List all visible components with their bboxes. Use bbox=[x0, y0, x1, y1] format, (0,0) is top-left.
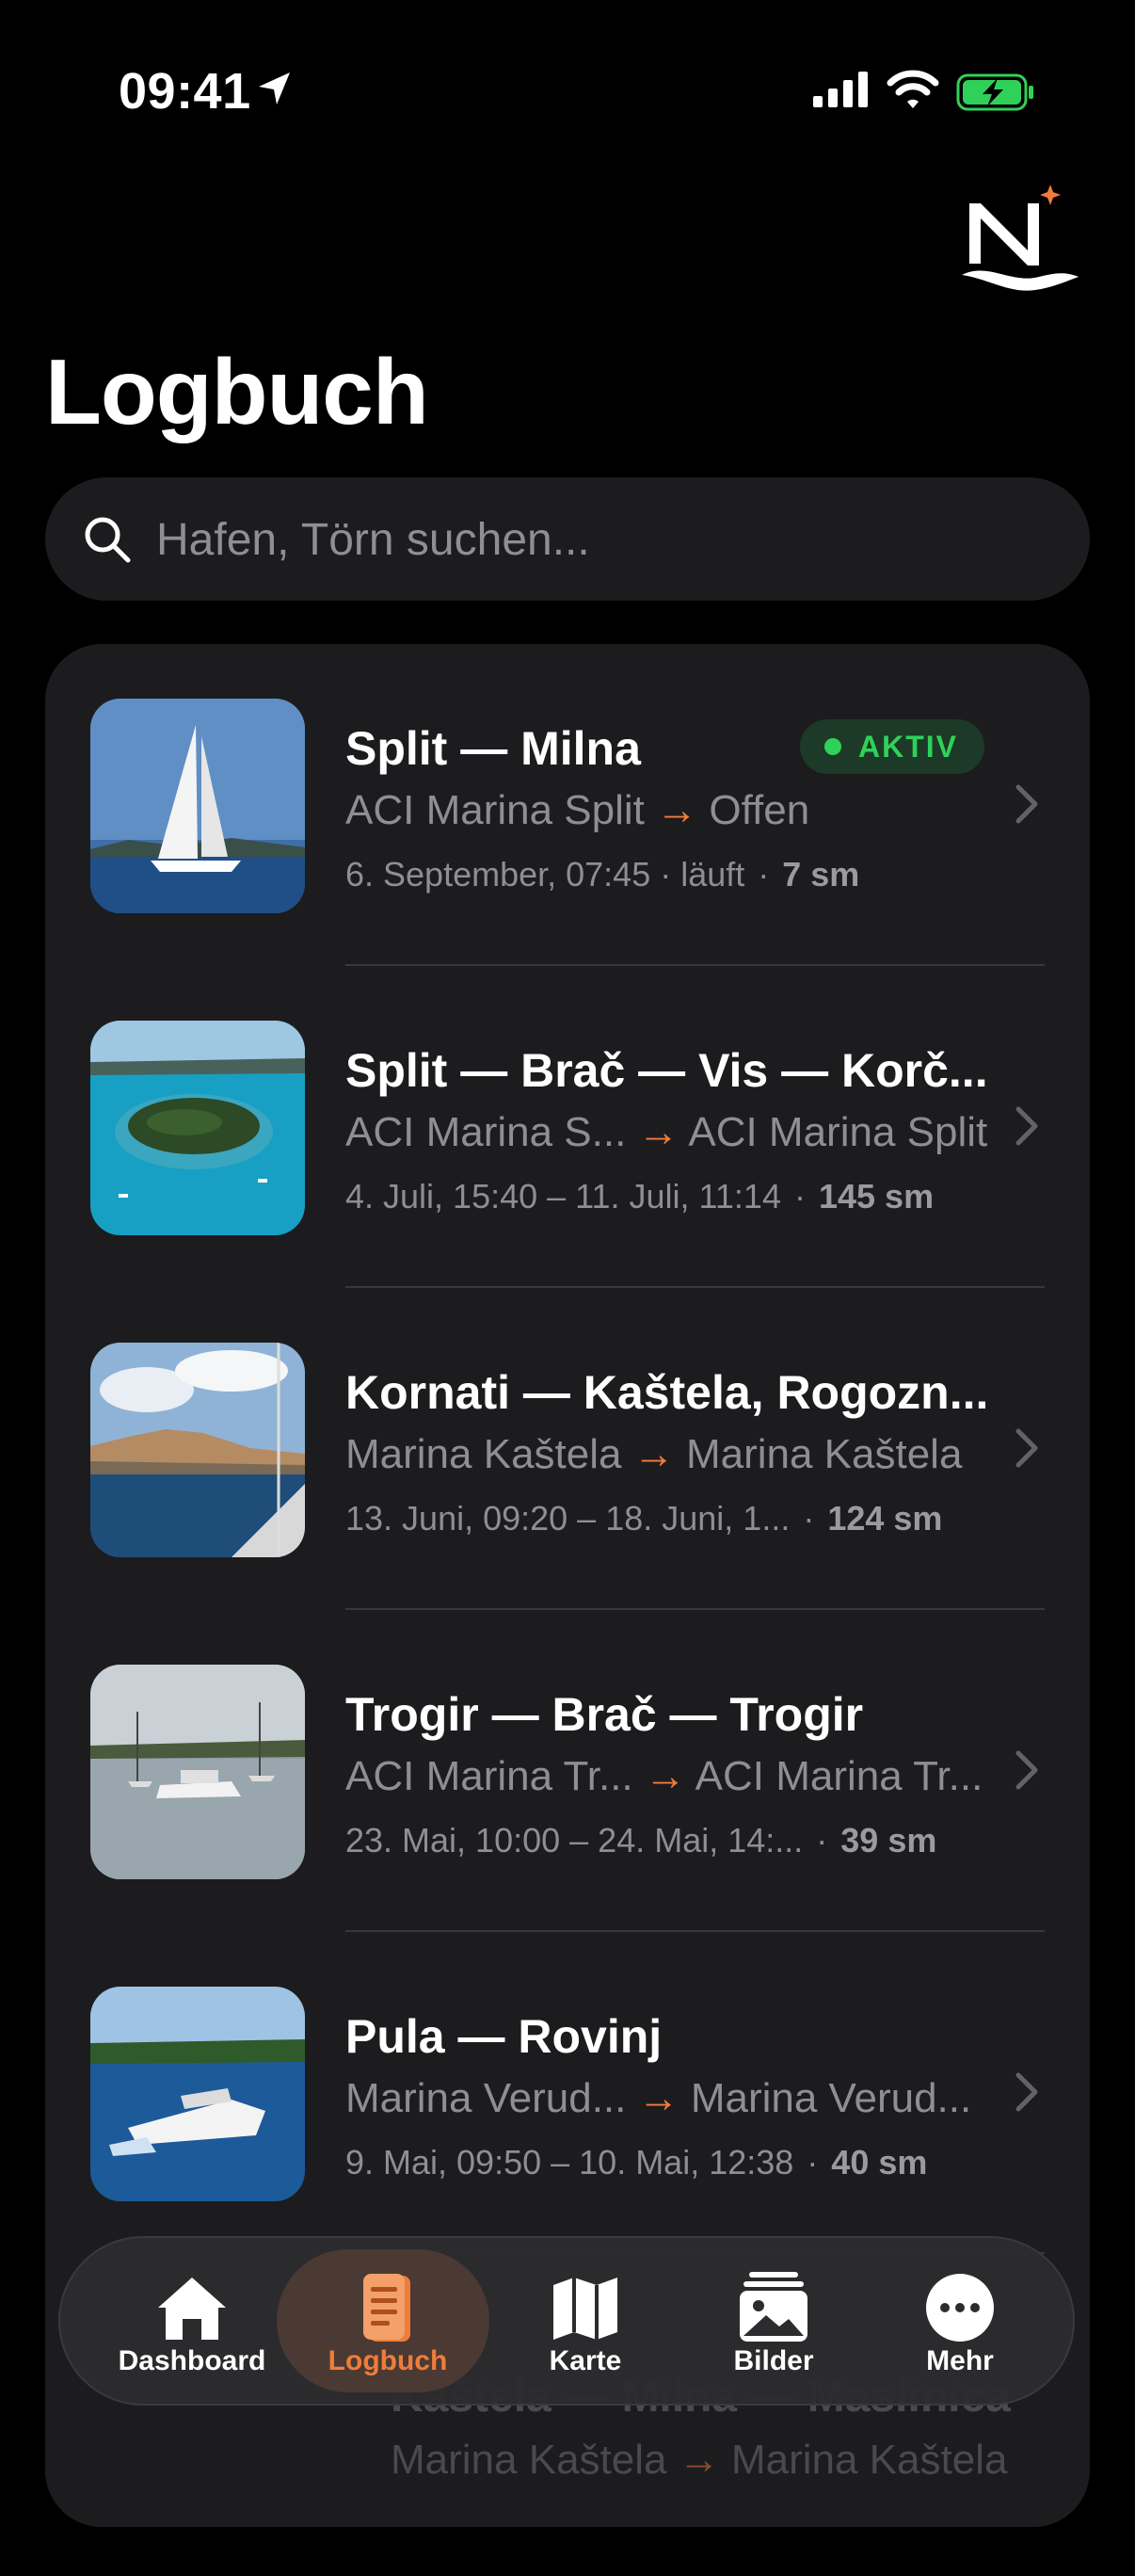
trip-distance: 7 sm bbox=[782, 855, 860, 894]
trip-title: Kornati — Kaštela, Rogozn... bbox=[345, 1366, 989, 1419]
trip-meta: 6. September, 07:45 · läuft · 7 sm bbox=[345, 855, 860, 894]
brand-logo bbox=[962, 185, 1079, 291]
trip-row[interactable]: Pula — Rovinj Marina Verud... → Marina V… bbox=[45, 1932, 1090, 2254]
battery-charging-icon bbox=[956, 73, 1033, 111]
trip-thumbnail bbox=[90, 699, 305, 913]
page-title: Logbuch bbox=[45, 340, 429, 443]
status-time: 09:41 bbox=[119, 63, 251, 120]
trip-route: Marina Kaštela → Marina Kaštela bbox=[391, 2437, 1008, 2483]
cellular-signal-icon bbox=[813, 72, 868, 107]
trip-title: Split — Brač — Vis — Korč... bbox=[345, 1044, 988, 1097]
tab-bar: Dashboard Logbuch Karte Bilder Mehr bbox=[58, 2236, 1075, 2406]
trip-meta: 13. Juni, 09:20 – 18. Juni, 1... · 124 sm bbox=[345, 1499, 943, 1538]
photos-icon bbox=[740, 2272, 807, 2342]
trip-route: Marina Verud... → Marina Verud... bbox=[345, 2075, 972, 2121]
trip-meta: 23. Mai, 10:00 – 24. Mai, 14:... · 39 sm bbox=[345, 1821, 937, 1860]
active-dot-icon bbox=[824, 738, 841, 755]
trip-thumbnail bbox=[90, 1343, 305, 1557]
search-icon bbox=[85, 517, 131, 563]
tab-karte[interactable]: Karte bbox=[491, 2238, 679, 2404]
search-input[interactable] bbox=[154, 477, 1043, 603]
trip-title: Pula — Rovinj bbox=[345, 2010, 663, 2063]
trip-distance: 145 sm bbox=[818, 1177, 935, 1216]
status-bar: 09:41 bbox=[0, 0, 1135, 188]
search-bar[interactable] bbox=[45, 477, 1090, 603]
trip-title: Trogir — Brač — Trogir bbox=[345, 1688, 864, 1741]
tab-bilder[interactable]: Bilder bbox=[679, 2238, 868, 2404]
chevron-right-icon bbox=[1015, 1750, 1038, 1790]
location-arrow-icon bbox=[259, 72, 290, 105]
trip-meta: 9. Mai, 09:50 – 10. Mai, 12:38 · 40 sm bbox=[345, 2143, 928, 2182]
trip-thumbnail bbox=[90, 1987, 305, 2201]
arrow-right-icon: → bbox=[637, 2075, 679, 2121]
trip-row[interactable]: Split — Brač — Vis — Korč... ACI Marina … bbox=[45, 966, 1090, 1288]
trip-distance: 39 sm bbox=[840, 1821, 937, 1860]
chevron-right-icon bbox=[1015, 1428, 1038, 1468]
arrow-right-icon: → bbox=[632, 1431, 675, 1477]
tab-dashboard[interactable]: Dashboard bbox=[98, 2238, 286, 2404]
logbook-icon bbox=[363, 2274, 410, 2342]
more-icon bbox=[926, 2274, 994, 2342]
arrow-right-icon: → bbox=[656, 787, 698, 833]
status-badge: AKTIV bbox=[800, 719, 984, 774]
chevron-right-icon bbox=[1015, 784, 1038, 824]
tab-mehr[interactable]: Mehr bbox=[866, 2238, 1054, 2404]
trip-distance: 40 sm bbox=[831, 2143, 928, 2182]
chevron-right-icon bbox=[1015, 1106, 1038, 1146]
trip-row[interactable]: Split — Milna AKTIV ACI Marina Split → O… bbox=[45, 644, 1090, 966]
trip-route: ACI Marina S... → ACI Marina Split bbox=[345, 1109, 988, 1155]
trip-title: Split — Milna bbox=[345, 722, 641, 775]
trip-row[interactable]: Trogir — Brač — Trogir ACI Marina Tr... … bbox=[45, 1610, 1090, 1932]
wifi-icon bbox=[887, 70, 939, 108]
trip-route: ACI Marina Split → Offen bbox=[345, 787, 810, 833]
map-icon bbox=[553, 2278, 617, 2340]
trip-thumbnail bbox=[90, 1665, 305, 1879]
trip-thumbnail bbox=[90, 1021, 305, 1235]
trip-route: ACI Marina Tr... → ACI Marina Tr... bbox=[345, 1753, 983, 1799]
arrow-right-icon: → bbox=[644, 1753, 686, 1799]
tab-logbuch[interactable]: Logbuch bbox=[277, 2238, 489, 2404]
trip-route: Marina Kaštela → Marina Kaštela bbox=[345, 1431, 963, 1477]
chevron-right-icon bbox=[1015, 2072, 1038, 2112]
house-icon bbox=[158, 2278, 226, 2340]
trip-meta: 4. Juli, 15:40 – 11. Juli, 11:14 · 145 sm bbox=[345, 1177, 935, 1216]
arrow-right-icon: → bbox=[637, 1109, 679, 1155]
trip-row[interactable]: Kornati — Kaštela, Rogozn... Marina Kašt… bbox=[45, 1288, 1090, 1610]
trip-distance: 124 sm bbox=[827, 1499, 943, 1538]
